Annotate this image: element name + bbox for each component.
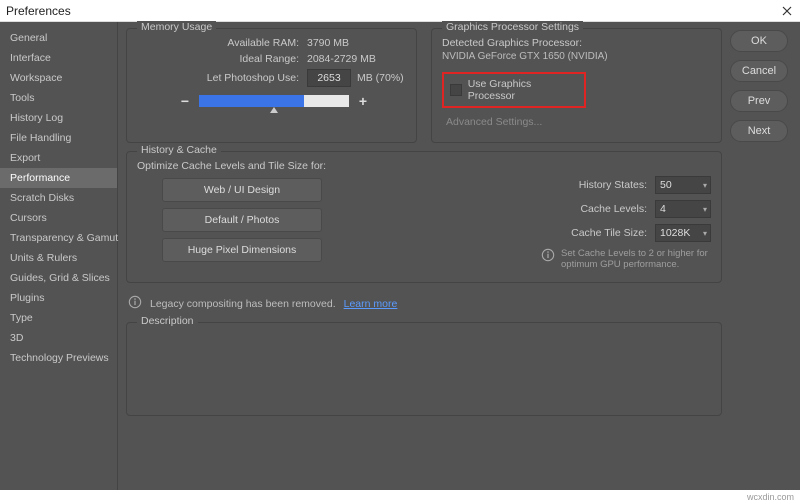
footer-watermark: wcxdin.com bbox=[0, 490, 800, 504]
main-column: Memory Usage Available RAM: 3790 MB Idea… bbox=[126, 28, 722, 490]
cache-tile-size-value: 1028K bbox=[660, 227, 690, 239]
cache-tile-size-select[interactable]: 1028K ▾ bbox=[655, 224, 711, 242]
sidebar-item-export[interactable]: Export bbox=[0, 148, 117, 168]
chevron-down-icon: ▾ bbox=[703, 205, 710, 214]
legacy-compositing-row: Legacy compositing has been removed. Lea… bbox=[126, 291, 722, 314]
cache-levels-value: 4 bbox=[660, 203, 666, 215]
close-icon[interactable] bbox=[780, 4, 794, 18]
history-states-value: 50 bbox=[660, 179, 672, 191]
preset-huge-pixel-button[interactable]: Huge Pixel Dimensions bbox=[162, 238, 322, 262]
sidebar-item-guides-grid-slices[interactable]: Guides, Grid & Slices bbox=[0, 268, 117, 288]
sidebar-item-cursors[interactable]: Cursors bbox=[0, 208, 117, 228]
cache-levels-select[interactable]: 4 ▾ bbox=[655, 200, 711, 218]
preferences-window: Preferences General Interface Workspace … bbox=[0, 0, 800, 504]
chevron-down-icon: ▾ bbox=[703, 229, 710, 238]
sidebar-item-workspace[interactable]: Workspace bbox=[0, 68, 117, 88]
learn-more-link[interactable]: Learn more bbox=[344, 298, 398, 310]
prev-button[interactable]: Prev bbox=[730, 90, 788, 112]
legacy-text: Legacy compositing has been removed. bbox=[150, 298, 336, 310]
sidebar-item-scratch-disks[interactable]: Scratch Disks bbox=[0, 188, 117, 208]
preset-web-ui-button[interactable]: Web / UI Design bbox=[162, 178, 322, 202]
sidebar-item-tools[interactable]: Tools bbox=[0, 88, 117, 108]
history-legend: History & Cache bbox=[137, 144, 221, 156]
info-icon bbox=[128, 295, 142, 312]
available-ram-label: Available RAM: bbox=[137, 37, 307, 49]
gpu-legend: Graphics Processor Settings bbox=[442, 21, 583, 33]
memory-slider-thumb[interactable] bbox=[270, 107, 278, 113]
sidebar-item-history-log[interactable]: History Log bbox=[0, 108, 117, 128]
let-photoshop-use-input[interactable] bbox=[307, 69, 351, 87]
detected-gpu-value: NVIDIA GeForce GTX 1650 (NVIDIA) bbox=[442, 51, 711, 62]
chevron-down-icon: ▾ bbox=[703, 181, 710, 190]
client-area: General Interface Workspace Tools Histor… bbox=[0, 22, 800, 490]
sidebar-item-performance[interactable]: Performance bbox=[0, 168, 117, 188]
memory-slider-fill bbox=[199, 95, 304, 107]
memory-increase-button[interactable]: + bbox=[357, 93, 369, 109]
cache-tile-size-label: Cache Tile Size: bbox=[571, 227, 647, 239]
ok-button[interactable]: OK bbox=[730, 30, 788, 52]
content: Memory Usage Available RAM: 3790 MB Idea… bbox=[118, 22, 800, 490]
memory-legend: Memory Usage bbox=[137, 21, 216, 33]
history-states-label: History States: bbox=[579, 179, 647, 191]
let-photoshop-use-label: Let Photoshop Use: bbox=[137, 72, 307, 84]
history-cache-panel: History & Cache Optimize Cache Levels an… bbox=[126, 151, 722, 283]
cancel-button[interactable]: Cancel bbox=[730, 60, 788, 82]
info-icon bbox=[541, 248, 555, 265]
sidebar-item-technology-previews[interactable]: Technology Previews bbox=[0, 348, 117, 368]
sidebar-item-file-handling[interactable]: File Handling bbox=[0, 128, 117, 148]
gpu-settings-panel: Graphics Processor Settings Detected Gra… bbox=[431, 28, 722, 143]
available-ram-value: 3790 MB bbox=[307, 37, 349, 49]
history-states-select[interactable]: 50 ▾ bbox=[655, 176, 711, 194]
sidebar-item-3d[interactable]: 3D bbox=[0, 328, 117, 348]
cache-hint-text: Set Cache Levels to 2 or higher for opti… bbox=[561, 248, 711, 270]
use-gpu-highlight: Use Graphics Processor bbox=[442, 72, 586, 108]
dialog-buttons: OK Cancel Prev Next bbox=[730, 28, 792, 490]
sidebar: General Interface Workspace Tools Histor… bbox=[0, 22, 118, 490]
memory-slider[interactable] bbox=[199, 95, 349, 107]
advanced-settings-button[interactable]: Advanced Settings... bbox=[442, 114, 711, 130]
titlebar: Preferences bbox=[0, 0, 800, 22]
memory-decrease-button[interactable]: − bbox=[179, 93, 191, 109]
sidebar-item-general[interactable]: General bbox=[0, 28, 117, 48]
let-photoshop-use-suffix: MB (70%) bbox=[357, 72, 404, 84]
window-title: Preferences bbox=[6, 4, 71, 18]
use-gpu-label[interactable]: Use Graphics Processor bbox=[468, 78, 578, 102]
description-panel: Description bbox=[126, 322, 722, 416]
description-legend: Description bbox=[137, 315, 198, 327]
sidebar-item-type[interactable]: Type bbox=[0, 308, 117, 328]
memory-usage-panel: Memory Usage Available RAM: 3790 MB Idea… bbox=[126, 28, 417, 143]
use-gpu-checkbox[interactable] bbox=[450, 84, 462, 96]
ideal-range-label: Ideal Range: bbox=[137, 53, 307, 65]
next-button[interactable]: Next bbox=[730, 120, 788, 142]
detected-gpu-label: Detected Graphics Processor: bbox=[442, 37, 711, 49]
sidebar-item-units-rulers[interactable]: Units & Rulers bbox=[0, 248, 117, 268]
sidebar-item-interface[interactable]: Interface bbox=[0, 48, 117, 68]
ideal-range-value: 2084-2729 MB bbox=[307, 53, 376, 65]
sidebar-item-transparency-gamut[interactable]: Transparency & Gamut bbox=[0, 228, 117, 248]
cache-levels-label: Cache Levels: bbox=[580, 203, 647, 215]
optimize-label: Optimize Cache Levels and Tile Size for: bbox=[137, 160, 347, 172]
preset-default-photos-button[interactable]: Default / Photos bbox=[162, 208, 322, 232]
sidebar-item-plugins[interactable]: Plugins bbox=[0, 288, 117, 308]
